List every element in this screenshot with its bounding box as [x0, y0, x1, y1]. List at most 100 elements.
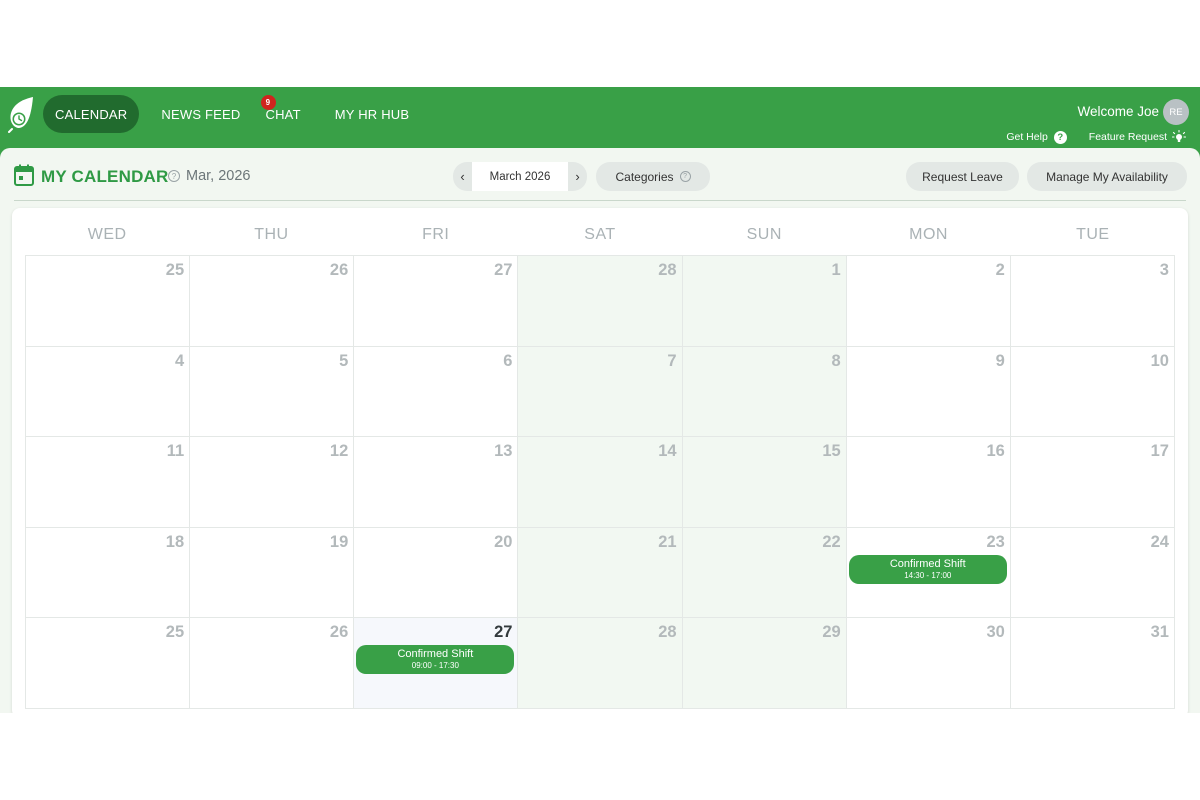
- day-cell[interactable]: 31: [1010, 618, 1175, 709]
- day-cell[interactable]: 5: [190, 346, 355, 438]
- day-number: 31: [1150, 623, 1169, 642]
- day-cell[interactable]: 11: [26, 437, 191, 528]
- nav-calendar[interactable]: CALENDAR: [43, 95, 140, 133]
- page-title: MY CALENDAR: [41, 167, 169, 186]
- calendar-icon: [14, 164, 34, 191]
- weekday-header-row: WED THU FRI SAT SUN MON TUE: [25, 208, 1175, 254]
- day-number: 24: [1150, 532, 1169, 551]
- day-number: 25: [165, 261, 185, 279]
- get-help-link[interactable]: Get Help ?: [1006, 130, 1067, 144]
- day-number: 26: [329, 623, 349, 642]
- day-cell[interactable]: 22: [682, 527, 847, 619]
- day-cell[interactable]: 17: [1010, 437, 1175, 528]
- day-number: 7: [667, 351, 677, 370]
- day-number: 30: [986, 623, 1005, 642]
- day-cell[interactable]: 25: [26, 256, 191, 347]
- day-cell[interactable]: 13: [354, 437, 519, 528]
- nav-chat[interactable]: 9 CHAT: [260, 95, 313, 133]
- day-cell[interactable]: 8: [682, 346, 847, 438]
- categories-label: Categories: [615, 169, 674, 184]
- lightbulb-icon: [1172, 130, 1186, 144]
- day-number: 21: [658, 532, 677, 551]
- shift-event-title: Confirmed Shift: [889, 557, 966, 570]
- day-cell[interactable]: 12: [190, 437, 355, 528]
- day-number: 28: [658, 623, 677, 642]
- weekday-header: SUN: [746, 226, 782, 243]
- day-cell[interactable]: 29: [682, 618, 847, 709]
- user-avatar[interactable]: RE: [1163, 99, 1189, 125]
- day-cell[interactable]: 15: [682, 437, 847, 528]
- day-number: 29: [822, 623, 841, 642]
- nav-my-hr-hub-label: MY HR HUB: [334, 106, 410, 122]
- day-cell[interactable]: 6: [354, 346, 519, 438]
- day-cell[interactable]: 20: [354, 527, 519, 619]
- manage-availability-button[interactable]: Manage My Availability: [1027, 162, 1187, 191]
- day-cell[interactable]: 24: [1010, 527, 1175, 619]
- weekday-header: MON: [909, 226, 948, 243]
- utility-links: Get Help ? Feature Request: [984, 130, 1186, 144]
- welcome-text: Welcome Joe: [1077, 104, 1159, 119]
- top-navigation-bar: CALENDAR NEWS FEED 9 CHAT MY HR HUB Welc…: [0, 87, 1200, 149]
- day-number: 1: [831, 261, 841, 279]
- request-leave-label: Request Leave: [922, 169, 1003, 184]
- day-cell[interactable]: 9: [846, 346, 1011, 438]
- nav-my-hr-hub[interactable]: MY HR HUB: [323, 95, 422, 133]
- month-label[interactable]: March 2026: [472, 162, 568, 191]
- toolbar-divider: [14, 200, 1186, 201]
- day-cell[interactable]: 19: [190, 527, 355, 619]
- day-cell[interactable]: 18: [26, 527, 191, 619]
- feature-request-label: Feature Request: [1088, 131, 1167, 143]
- day-number: 27: [494, 623, 513, 642]
- month-navigator: ‹ March 2026 ›: [453, 162, 587, 191]
- day-cell[interactable]: 2: [846, 256, 1011, 347]
- day-number: 16: [986, 442, 1005, 461]
- categories-help-icon: ?: [679, 171, 691, 182]
- day-cell[interactable]: 21: [518, 527, 683, 619]
- calendar-panel: MY CALENDAR ? Mar, 2026 ‹ March 2026 › C…: [0, 148, 1200, 713]
- app-logo-icon[interactable]: [6, 95, 36, 133]
- day-cell[interactable]: 16: [846, 437, 1011, 528]
- day-number: 4: [174, 351, 185, 370]
- day-cell[interactable]: 28: [518, 618, 683, 709]
- prev-month-button[interactable]: ‹: [453, 162, 472, 191]
- day-cell[interactable]: 3: [1010, 256, 1175, 347]
- request-leave-button[interactable]: Request Leave: [906, 162, 1019, 191]
- day-cell[interactable]: 26: [190, 618, 355, 709]
- get-help-label: Get Help: [1006, 131, 1048, 143]
- shift-event-time: 09:00 - 17:30: [411, 661, 459, 671]
- nav-calendar-label: CALENDAR: [55, 106, 128, 122]
- day-cell[interactable]: 7: [518, 346, 683, 438]
- day-cell[interactable]: 1: [682, 256, 847, 347]
- day-cell[interactable]: 10: [1010, 346, 1175, 438]
- day-cell[interactable]: 28: [518, 256, 683, 347]
- day-number: 23: [986, 532, 1005, 551]
- shift-event[interactable]: Confirmed Shift 09:00 - 17:30: [356, 645, 515, 675]
- question-circle-icon[interactable]: ?: [168, 170, 180, 182]
- day-number: 14: [658, 442, 677, 461]
- next-month-button[interactable]: ›: [568, 162, 587, 191]
- day-cell[interactable]: 27: [354, 256, 519, 347]
- day-cell[interactable]: 30: [846, 618, 1011, 709]
- day-cell-today[interactable]: 27 Confirmed Shift 09:00 - 17:30: [354, 618, 519, 709]
- day-number: 18: [165, 532, 185, 551]
- day-number: 13: [494, 442, 513, 461]
- calendar-card: WED THU FRI SAT SUN MON TUE 25 26 27 28 1 2 3 4 5 6 7 8 9 1…: [12, 208, 1188, 713]
- weekday-header: SAT: [584, 226, 616, 243]
- day-cell[interactable]: 14: [518, 437, 683, 528]
- nav-news-feed[interactable]: NEWS FEED: [149, 95, 252, 133]
- day-number: 6: [503, 351, 513, 370]
- day-number: 20: [494, 532, 513, 551]
- day-number: 17: [1150, 442, 1169, 461]
- day-number: 22: [822, 532, 841, 551]
- day-cell[interactable]: 4: [26, 346, 191, 438]
- day-cell[interactable]: 26: [190, 256, 355, 347]
- day-cell[interactable]: 25: [26, 618, 191, 709]
- weekday-header: TUE: [1076, 226, 1110, 243]
- shift-event[interactable]: Confirmed Shift 14:30 - 17:00: [848, 554, 1007, 584]
- day-cell[interactable]: 23 Confirmed Shift 14:30 - 17:00: [846, 527, 1011, 619]
- chat-unread-badge: 9: [260, 95, 276, 110]
- day-number: 5: [339, 351, 349, 370]
- feature-request-link[interactable]: Feature Request: [1089, 130, 1186, 144]
- categories-button[interactable]: Categories ?: [596, 162, 710, 191]
- day-number: 10: [1150, 351, 1169, 370]
